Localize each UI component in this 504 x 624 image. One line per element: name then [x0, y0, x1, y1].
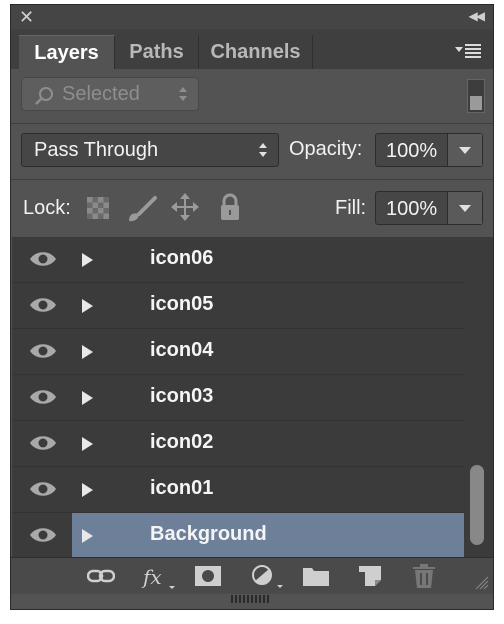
layer-row-icon01[interactable]: icon01 [12, 467, 464, 513]
panel-titlebar: ✕ ◀◀ [11, 5, 493, 29]
layer-name: icon06 [150, 247, 214, 269]
filter-toggle[interactable] [467, 79, 485, 113]
layer-filter-select[interactable]: Selected [21, 77, 199, 111]
fx-icon[interactable]: fx [141, 564, 177, 590]
visibility-eye-icon[interactable] [28, 249, 58, 269]
visibility-eye-icon[interactable] [28, 525, 58, 545]
layers-list: icon06 icon05 icon04 icon03 icon02 icon0… [12, 237, 464, 557]
visibility-eye-icon[interactable] [28, 479, 58, 499]
expand-arrow-icon[interactable] [82, 437, 93, 451]
folder-icon[interactable] [303, 566, 329, 586]
filter-label: Selected [62, 83, 140, 105]
panel-menu-icon[interactable] [455, 43, 481, 59]
fill-field[interactable]: 100% [375, 191, 483, 225]
link-icon[interactable] [87, 568, 115, 584]
layer-name: icon02 [150, 431, 214, 453]
layer-name: icon04 [150, 339, 214, 361]
expand-arrow-icon[interactable] [82, 299, 93, 313]
layer-row-icon05[interactable]: icon05 [12, 283, 464, 329]
visibility-eye-icon[interactable] [28, 387, 58, 407]
new-layer-icon[interactable] [359, 566, 381, 586]
expand-arrow-icon[interactable] [82, 391, 93, 405]
svg-text:fx: fx [141, 565, 162, 589]
opacity-field[interactable]: 100% [375, 133, 483, 167]
layers-scrollbar[interactable] [464, 237, 493, 557]
layer-name: icon05 [150, 293, 214, 315]
resize-grip-icon[interactable] [475, 576, 489, 590]
fill-label: Fill: [335, 197, 367, 219]
lock-transparent-pixels-icon[interactable] [87, 197, 109, 219]
opacity-label: Opacity: [289, 138, 363, 160]
collapse-icon[interactable]: ◀◀ [469, 9, 486, 23]
move-icon[interactable] [171, 193, 199, 221]
layer-name: icon01 [150, 477, 214, 499]
tab-layers[interactable]: Layers [19, 35, 115, 69]
close-icon[interactable]: ✕ [19, 7, 34, 27]
layer-row-icon02[interactable]: icon02 [12, 421, 464, 467]
opacity-dropdown-button[interactable] [447, 134, 482, 166]
divider [11, 123, 493, 124]
layers-footer-toolbar: fx [11, 557, 493, 594]
layer-row-icon04[interactable]: icon04 [12, 329, 464, 375]
layers-panel: ✕ ◀◀ Layers Paths Channels Selected Pass… [10, 4, 494, 610]
opacity-value: 100% [386, 140, 438, 162]
adjustment-layer-icon[interactable] [251, 564, 285, 590]
trash-icon[interactable] [413, 564, 435, 588]
visibility-eye-icon[interactable] [28, 295, 58, 315]
layer-row-background[interactable]: Background [12, 513, 464, 557]
expand-arrow-icon[interactable] [82, 253, 93, 267]
blend-mode-value: Pass Through [34, 139, 159, 161]
divider [11, 179, 493, 180]
layer-row-icon06[interactable]: icon06 [12, 237, 464, 283]
blend-mode-select[interactable]: Pass Through [21, 133, 279, 167]
brush-icon[interactable] [125, 195, 159, 223]
fill-dropdown-button[interactable] [447, 192, 482, 224]
layer-name: Background [150, 523, 267, 545]
fill-value: 100% [386, 198, 438, 220]
lock-label: Lock: [23, 197, 71, 219]
expand-arrow-icon[interactable] [82, 529, 93, 543]
layer-mask-icon[interactable] [195, 566, 221, 586]
search-icon [35, 87, 53, 105]
stepper-icon [179, 87, 187, 101]
panel-tabs: Layers Paths Channels [11, 29, 493, 69]
stepper-icon [259, 143, 267, 157]
chevron-down-icon [459, 205, 471, 212]
scrollbar-thumb[interactable] [470, 465, 484, 545]
padlock-icon[interactable] [219, 193, 241, 221]
chevron-down-icon [459, 147, 471, 154]
selection-highlight [72, 513, 464, 557]
layer-name: icon03 [150, 385, 214, 407]
tab-paths[interactable]: Paths [115, 35, 199, 69]
bottom-resize-handle[interactable] [231, 595, 271, 603]
layer-row-icon03[interactable]: icon03 [12, 375, 464, 421]
visibility-eye-icon[interactable] [28, 433, 58, 453]
expand-arrow-icon[interactable] [82, 483, 93, 497]
tab-channels[interactable]: Channels [199, 35, 313, 69]
expand-arrow-icon[interactable] [82, 345, 93, 359]
visibility-eye-icon[interactable] [28, 341, 58, 361]
